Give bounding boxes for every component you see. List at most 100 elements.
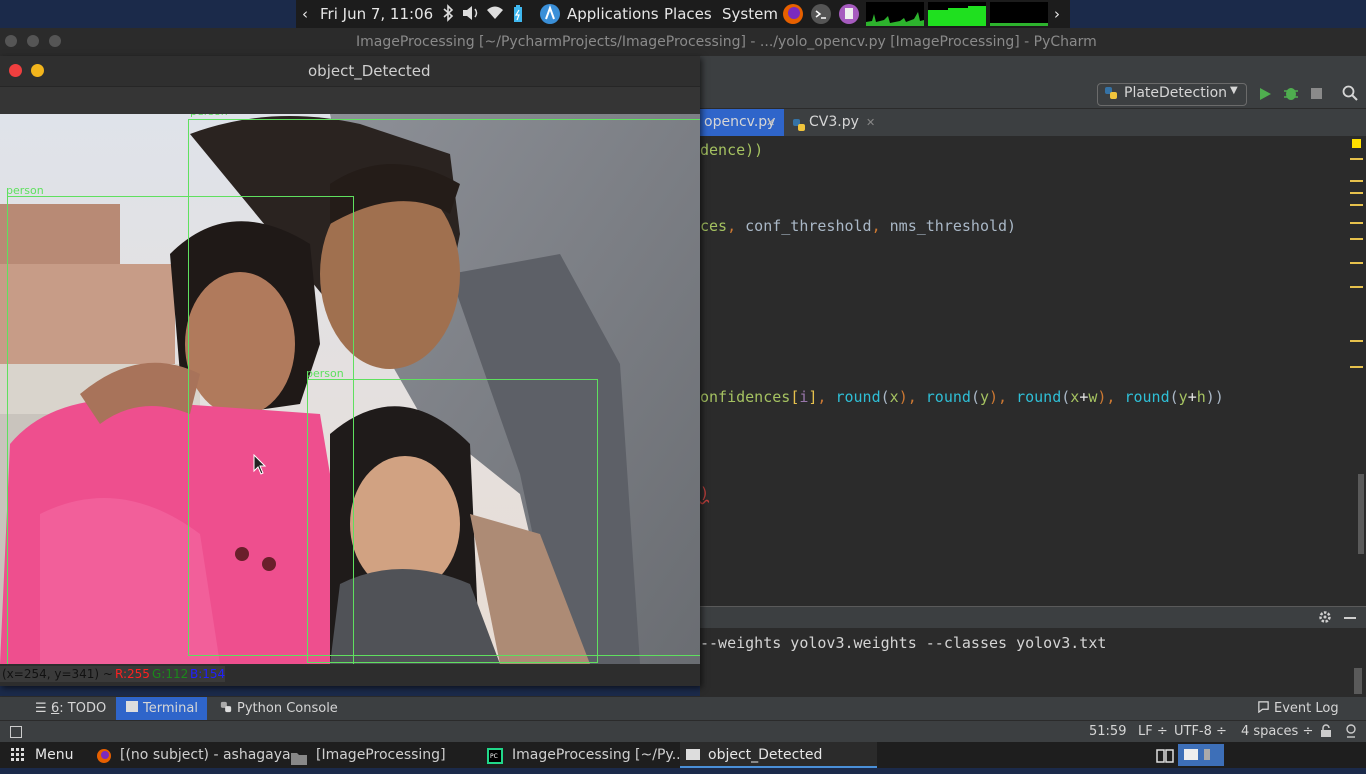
taskbar-item-pycharm[interactable]: ImageProcessing [~/Py... <box>512 742 685 768</box>
cv-toolbar <box>0 86 700 116</box>
run-config-label: PlateDetection <box>1124 85 1228 101</box>
stripe-mark[interactable] <box>1350 286 1363 288</box>
tool-tab-todo[interactable]: 6: TODO <box>51 701 106 716</box>
workspace-1[interactable] <box>1184 749 1198 760</box>
minimize-button[interactable] <box>27 35 39 47</box>
tab-label: opencv.py <box>704 114 776 130</box>
wifi-icon[interactable] <box>487 6 503 24</box>
detection-image[interactable]: person person person <box>0 114 700 664</box>
tab-yolo-opencv[interactable]: opencv.py ✕ <box>700 109 784 136</box>
detection-box <box>307 379 598 663</box>
code-line: ces, conf_threshold, nms_threshold) <box>700 217 1017 235</box>
system-menu[interactable]: System <box>722 5 778 23</box>
pixel-g: G:112 <box>152 667 189 681</box>
taskbar: Menu [(no subject) - ashagaya... [ImageP… <box>0 742 1366 768</box>
app-grid-icon[interactable] <box>10 742 26 768</box>
window-icon <box>686 749 700 760</box>
close-tab-icon[interactable]: ✕ <box>766 109 775 136</box>
caret-position[interactable]: 51:59 <box>1089 724 1126 739</box>
chevron-left-icon[interactable]: ‹ <box>302 5 308 23</box>
taskbar-item-firefox[interactable]: [(no subject) - ashagaya... <box>120 742 304 768</box>
stripe-mark[interactable] <box>1350 262 1363 264</box>
toggle-tool-windows-icon[interactable] <box>10 726 22 738</box>
run-icon[interactable] <box>1258 86 1272 105</box>
dropdown-arrow-icon: ▼ <box>1230 85 1238 96</box>
tool-tab-python-console[interactable]: Python Console <box>237 701 338 716</box>
tool-tab-terminal[interactable]: Terminal <box>116 697 207 721</box>
stop-icon[interactable] <box>1311 88 1322 99</box>
clock[interactable]: Fri Jun 7, 11:06 <box>320 5 433 23</box>
cv-window-titlebar: object_Detected <box>0 56 700 86</box>
debug-icon[interactable] <box>1283 85 1299 105</box>
file-encoding[interactable]: UTF-8 ÷ <box>1174 724 1227 739</box>
event-log-icon <box>1257 700 1270 717</box>
volume-icon[interactable] <box>462 5 480 25</box>
stripe-mark[interactable] <box>1350 204 1363 206</box>
firefox-icon[interactable] <box>782 3 804 29</box>
svg-text:PC: PC <box>490 753 498 760</box>
bluetooth-icon[interactable] <box>442 4 454 26</box>
stripe-mark[interactable] <box>1350 366 1363 368</box>
search-icon[interactable] <box>1342 85 1358 105</box>
cv-window-title: object_Detected <box>308 62 431 80</box>
taskbar-item-files[interactable]: [ImageProcessing] <box>316 742 446 768</box>
tool-tab-event-log[interactable]: Event Log <box>1274 701 1339 716</box>
object-detected-window: object_Detected person person (x=254, y=… <box>0 56 700 686</box>
applications-menu-icon[interactable] <box>539 3 561 29</box>
cpu-monitor-graph <box>866 2 924 26</box>
close-button[interactable] <box>5 35 17 47</box>
pixel-r: R:255 <box>115 667 150 681</box>
pycharm-menubar <box>700 56 1366 80</box>
terminal-line: --weights yolov3.weights --classes yolov… <box>700 634 1107 652</box>
battery-icon[interactable] <box>512 5 524 27</box>
pixel-coords: (x=254, y=341) ~ <box>2 667 113 681</box>
status-bar: 51:59 LF ÷ UTF-8 ÷ 4 spaces ÷ <box>0 720 1366 743</box>
memory-monitor-graph <box>928 2 986 26</box>
tool-window-bar: ☰ 6: TODO Terminal Python Console Event … <box>0 696 1366 721</box>
inspector-icon[interactable] <box>1344 724 1358 742</box>
indent-setting[interactable]: 4 spaces ÷ <box>1241 724 1313 739</box>
menu-button[interactable]: Menu <box>35 742 73 768</box>
maximize-button[interactable] <box>49 35 61 47</box>
applications-menu[interactable]: Applications <box>567 5 659 23</box>
close-tab-icon[interactable]: ✕ <box>866 109 875 136</box>
todo-list-icon: ☰ <box>35 701 47 716</box>
terminal-launcher-icon[interactable] <box>810 3 832 29</box>
tab-cv3[interactable]: CV3.py ✕ <box>788 109 884 136</box>
stripe-mark[interactable] <box>1350 158 1363 160</box>
workspace-icon[interactable] <box>1156 747 1174 763</box>
stripe-mark[interactable] <box>1350 238 1363 240</box>
top-panel: ‹ Fri Jun 7, 11:06 Applications Places S… <box>296 0 1070 28</box>
run-configuration-select[interactable]: PlateDetection ▼ <box>1097 83 1247 106</box>
gear-icon[interactable] <box>1318 609 1332 628</box>
detection-label: person <box>306 367 344 380</box>
network-monitor-graph <box>990 2 1048 26</box>
text-editor-icon[interactable] <box>838 3 860 29</box>
workspace-switcher[interactable] <box>1178 744 1224 766</box>
terminal-scrollbar[interactable] <box>1354 668 1362 694</box>
stripe-mark[interactable] <box>1350 222 1363 224</box>
line-separator[interactable]: LF ÷ <box>1138 724 1168 739</box>
taskbar-item-object-detected[interactable]: object_Detected <box>680 742 877 768</box>
detection-box <box>7 196 354 664</box>
terminal-panel[interactable]: --weights yolov3.weights --classes yolov… <box>700 628 1366 696</box>
minimize-button[interactable] <box>31 64 44 77</box>
stripe-mark[interactable] <box>1350 192 1363 194</box>
close-button[interactable] <box>9 64 22 77</box>
workspace-2[interactable] <box>1204 749 1210 760</box>
error-stripe <box>1340 136 1366 576</box>
editor-scrollbar[interactable] <box>1358 474 1364 554</box>
places-menu[interactable]: Places <box>664 5 712 23</box>
detection-label: person <box>6 184 44 197</box>
lock-icon[interactable] <box>1320 724 1332 742</box>
chevron-right-icon[interactable]: › <box>1054 5 1060 23</box>
minimize-panel-icon[interactable] <box>1344 617 1356 619</box>
pixel-b: B:154 <box>190 667 226 681</box>
code-line: ) <box>700 484 710 502</box>
stripe-mark[interactable] <box>1350 340 1363 342</box>
stripe-mark[interactable] <box>1350 180 1363 182</box>
code-editor[interactable]: dence)) ces, conf_threshold, nms_thresho… <box>700 136 1340 576</box>
firefox-icon <box>96 747 112 763</box>
tab-label: CV3.py <box>809 114 859 130</box>
folder-icon <box>291 748 307 765</box>
